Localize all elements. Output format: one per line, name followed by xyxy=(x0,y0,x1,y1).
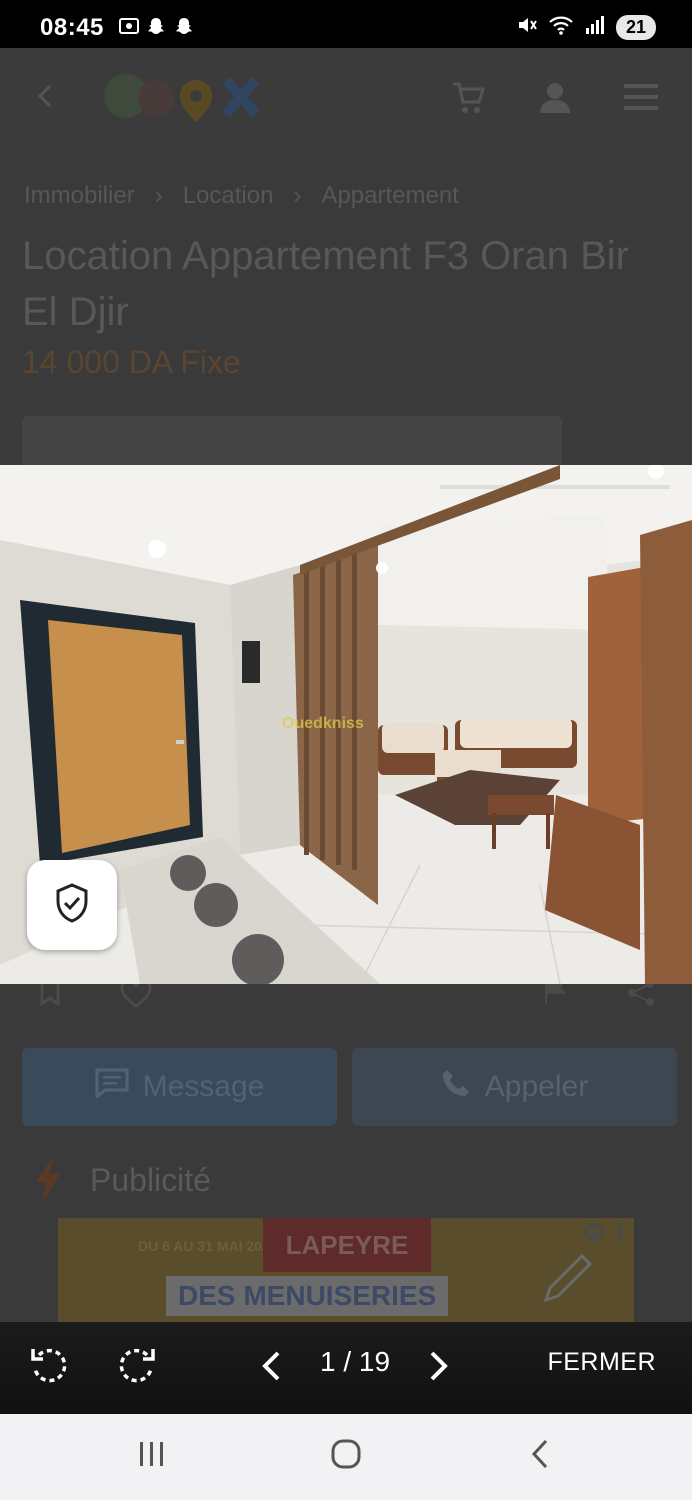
home-icon xyxy=(330,1438,362,1475)
ad-section-label: Publicité xyxy=(90,1162,211,1198)
signal-icon xyxy=(584,14,606,41)
menu-icon[interactable] xyxy=(624,84,658,115)
photo-watermark: Ouedkniss xyxy=(282,715,364,732)
back-icon xyxy=(529,1438,551,1475)
security-button[interactable] xyxy=(27,860,117,950)
message-button[interactable]: Message xyxy=(22,1048,337,1126)
app-header xyxy=(0,48,692,146)
rotate-left-icon xyxy=(29,1345,71,1392)
rotate-right-button[interactable] xyxy=(108,1340,164,1396)
ad-brand: LAPEYRE xyxy=(263,1218,431,1272)
ad-menu-icon[interactable] xyxy=(618,1222,624,1247)
previous-image-button[interactable] xyxy=(244,1340,300,1396)
shield-check-icon xyxy=(54,882,90,928)
snapchat-icon xyxy=(146,16,166,36)
ad-headline: DES MENUISERIES xyxy=(166,1276,449,1316)
ad-info-icon[interactable] xyxy=(584,1222,604,1247)
cart-icon[interactable] xyxy=(450,80,486,121)
next-image-button[interactable] xyxy=(410,1340,466,1396)
status-time: 08:45 xyxy=(40,14,104,41)
close-viewer-button[interactable]: FERMER xyxy=(547,1348,656,1377)
status-notification-icons xyxy=(118,16,194,36)
recent-apps-icon xyxy=(137,1440,167,1473)
listing-price: 14 000 DA Fixe xyxy=(22,344,241,380)
app-logo[interactable] xyxy=(96,70,272,129)
breadcrumb-immobilier[interactable]: Immobilier xyxy=(24,182,135,210)
breadcrumb: Immobilier › Location › Appartement xyxy=(24,182,459,210)
chevron-right-icon xyxy=(426,1350,450,1387)
ad-date: DU 6 AU 31 MAI 2023 xyxy=(138,1238,278,1254)
message-label: Message xyxy=(142,1070,265,1103)
image-counter: 1 / 19 xyxy=(319,1346,391,1377)
chevron-right-icon: › xyxy=(154,182,163,209)
lightning-icon xyxy=(34,1158,62,1207)
pencil-icon xyxy=(538,1252,594,1313)
wifi-icon xyxy=(548,14,574,41)
recent-apps-button[interactable] xyxy=(132,1436,172,1476)
back-button[interactable] xyxy=(520,1436,560,1476)
image-viewer-toolbar: 1 / 19 FERMER xyxy=(0,1322,692,1414)
account-icon[interactable] xyxy=(538,80,572,119)
message-icon xyxy=(95,1068,129,1106)
call-label: Appeler xyxy=(484,1070,589,1103)
rotate-right-icon xyxy=(115,1345,157,1392)
home-button[interactable] xyxy=(326,1436,366,1476)
phone-icon xyxy=(441,1068,471,1106)
mute-icon xyxy=(516,14,538,41)
breadcrumb-appartement[interactable]: Appartement xyxy=(321,182,458,210)
status-bar: 08:45 21 xyxy=(0,0,692,48)
chevron-right-icon: › xyxy=(293,182,302,209)
breadcrumb-location[interactable]: Location xyxy=(183,182,274,210)
call-button[interactable]: Appeler xyxy=(352,1048,677,1126)
chevron-left-icon xyxy=(260,1350,284,1387)
snapchat-icon-2 xyxy=(174,16,194,36)
system-navigation-bar xyxy=(0,1414,692,1500)
heart-icon[interactable] xyxy=(120,979,152,1013)
ad-banner[interactable]: DU 6 AU 31 MAI 2023 LAPEYRE DES MENUISER… xyxy=(58,1218,634,1328)
listing-title: Location Appartement F3 Oran Bir El Djir xyxy=(22,234,629,334)
back-arrow-icon[interactable] xyxy=(32,82,60,115)
rotate-left-button[interactable] xyxy=(22,1340,78,1396)
battery-indicator: 21 xyxy=(616,15,656,40)
screenshot-icon xyxy=(118,16,139,36)
